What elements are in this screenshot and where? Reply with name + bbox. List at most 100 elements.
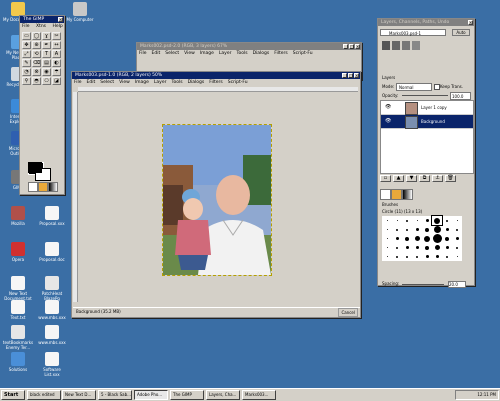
spacing-slider[interactable] [402, 284, 444, 285]
back-menu-view[interactable]: View [184, 51, 195, 56]
back-menu-file[interactable]: File [139, 51, 147, 56]
taskbar-button[interactable]: black edited [27, 390, 61, 400]
desktop-icon[interactable]: PatchHeat BlazePg [36, 276, 68, 301]
taskbar-button[interactable]: New Text D... [62, 390, 96, 400]
brush-item[interactable] [412, 234, 422, 243]
brush-item[interactable] [442, 243, 452, 252]
tool-button[interactable]: ◐ [52, 59, 61, 67]
active-gradient-preview[interactable] [48, 182, 58, 192]
tab-undo-icon[interactable] [412, 41, 420, 50]
taskbar-button[interactable]: Layers, Cha... [206, 390, 240, 400]
tool-button[interactable]: ⎔ [42, 77, 51, 85]
brush-item[interactable] [432, 243, 442, 252]
mode-select[interactable]: Normal [396, 83, 432, 91]
tab-channels-icon[interactable] [392, 41, 400, 50]
image-select-dropdown[interactable]: Marks003.psd-1 [380, 29, 446, 36]
spacing-value[interactable]: 20.0 [448, 281, 466, 288]
tool-button[interactable]: ◓ [32, 77, 41, 85]
brush-item[interactable] [422, 225, 432, 234]
toolbox-titlebar[interactable]: The GIMP × [20, 16, 64, 23]
active-pattern-preview[interactable] [38, 182, 48, 192]
taskbar-button[interactable]: Adobe Pho... [134, 390, 168, 400]
back-menu-dialogs[interactable]: Dialogs [253, 51, 270, 56]
brush-item[interactable] [422, 216, 432, 225]
brush-item[interactable] [422, 234, 432, 243]
taskbar-button[interactable]: Marks003... [242, 390, 276, 400]
brush-item[interactable] [412, 225, 422, 234]
close-icon[interactable]: × [468, 20, 473, 25]
anchor-layer-button[interactable]: ⚓ [432, 175, 443, 182]
tool-button[interactable]: ◉ [42, 68, 51, 76]
menu-file[interactable]: File [22, 24, 30, 29]
image-menu-tools[interactable]: Tools [171, 80, 182, 85]
tab-layers-icon[interactable] [382, 41, 390, 50]
taskbar-button[interactable]: 5 - Black Sab... [98, 390, 132, 400]
back-menu-script-fu[interactable]: Script-Fu [293, 51, 313, 56]
tool-button[interactable]: A [52, 50, 61, 58]
image-menu-dialogs[interactable]: Dialogs [188, 80, 205, 85]
duplicate-layer-button[interactable]: ⧉ [419, 175, 430, 182]
tool-button[interactable]: ◪ [52, 77, 61, 85]
desktop-icon[interactable]: Mozilla [2, 206, 34, 226]
desktop-icon[interactable]: My Computer [64, 2, 96, 22]
back-menu-image[interactable]: Image [200, 51, 214, 56]
brush-item[interactable] [431, 215, 443, 226]
brush-item[interactable] [402, 225, 412, 234]
brush-item[interactable] [432, 234, 442, 243]
brush-item[interactable] [382, 216, 392, 225]
menu-help[interactable]: Help [52, 24, 62, 29]
image-menu-view[interactable]: View [119, 80, 130, 85]
brush-item[interactable] [392, 243, 402, 252]
layers-dialog[interactable]: Layers, Channels, Paths, Undo × Marks003… [377, 18, 475, 288]
opacity-slider[interactable] [402, 95, 448, 96]
tool-button[interactable]: ◔ [22, 68, 31, 76]
cancel-button[interactable]: Cancel [338, 308, 358, 317]
minimize-icon[interactable]: _ [343, 44, 348, 49]
back-window-titlebar[interactable]: Marks002.psd-2.0 (RGB, 3 layers) 67% _ □ × [137, 43, 361, 50]
tool-button[interactable]: ✒ [42, 41, 51, 49]
desktop-icon[interactable]: textBookmarks Enemy Ter... [2, 325, 34, 350]
tool-button[interactable]: ✥ [22, 41, 31, 49]
image-menu-filters[interactable]: Filters [209, 80, 223, 85]
tool-button[interactable]: ✂ [52, 32, 61, 40]
desktop-icon[interactable]: Proposal.doc [36, 242, 68, 262]
back-menu-tools[interactable]: Tools [236, 51, 247, 56]
brush-item[interactable] [382, 243, 392, 252]
image-menu-layer[interactable]: Layer [154, 80, 167, 85]
tool-button[interactable]: ɣ [42, 32, 51, 40]
layers-dialog-titlebar[interactable]: Layers, Channels, Paths, Undo × [378, 19, 474, 26]
brush-item[interactable] [452, 216, 462, 225]
brush-item[interactable] [422, 243, 432, 252]
auto-button[interactable]: Auto [452, 29, 470, 36]
desktop-icon[interactable]: Proposal.xxx [36, 206, 68, 226]
brush-item[interactable] [402, 216, 412, 225]
image-window-titlebar[interactable]: Marks003.psd-1.0 (RGB, 2 layers) 50% _ □ × [72, 72, 360, 79]
tool-button[interactable]: ◯ [32, 32, 41, 40]
brush-item[interactable] [412, 252, 422, 261]
brush-item[interactable] [452, 225, 462, 234]
brush-item[interactable] [402, 252, 412, 261]
brush-item[interactable] [382, 234, 392, 243]
taskbar-button[interactable]: The GIMP [170, 390, 204, 400]
brush-item[interactable] [402, 234, 412, 243]
tool-button[interactable]: ⊗ [32, 68, 41, 76]
image-menu-select[interactable]: Select [100, 80, 114, 85]
tool-button[interactable]: ✎ [22, 59, 31, 67]
back-menu-layer[interactable]: Layer [219, 51, 232, 56]
lower-layer-button[interactable]: ▼ [406, 175, 417, 182]
back-menu-filters[interactable]: Filters [274, 51, 288, 56]
tool-button[interactable]: ▭ [22, 32, 31, 40]
desktop-icon[interactable]: Solutions [2, 352, 34, 372]
start-button[interactable]: Start [1, 390, 25, 400]
active-brush-preview[interactable] [28, 182, 38, 192]
brush-item[interactable] [392, 234, 402, 243]
brush-item[interactable] [452, 252, 462, 261]
tab-paths-icon[interactable] [402, 41, 410, 50]
tool-button[interactable]: ▤ [42, 59, 51, 67]
photo-canvas[interactable] [162, 124, 272, 276]
brush-item[interactable] [442, 216, 452, 225]
brush-item[interactable] [442, 225, 452, 234]
canvas-area[interactable] [78, 92, 358, 302]
brush-item[interactable] [412, 243, 422, 252]
minimize-icon[interactable]: _ [342, 73, 347, 78]
